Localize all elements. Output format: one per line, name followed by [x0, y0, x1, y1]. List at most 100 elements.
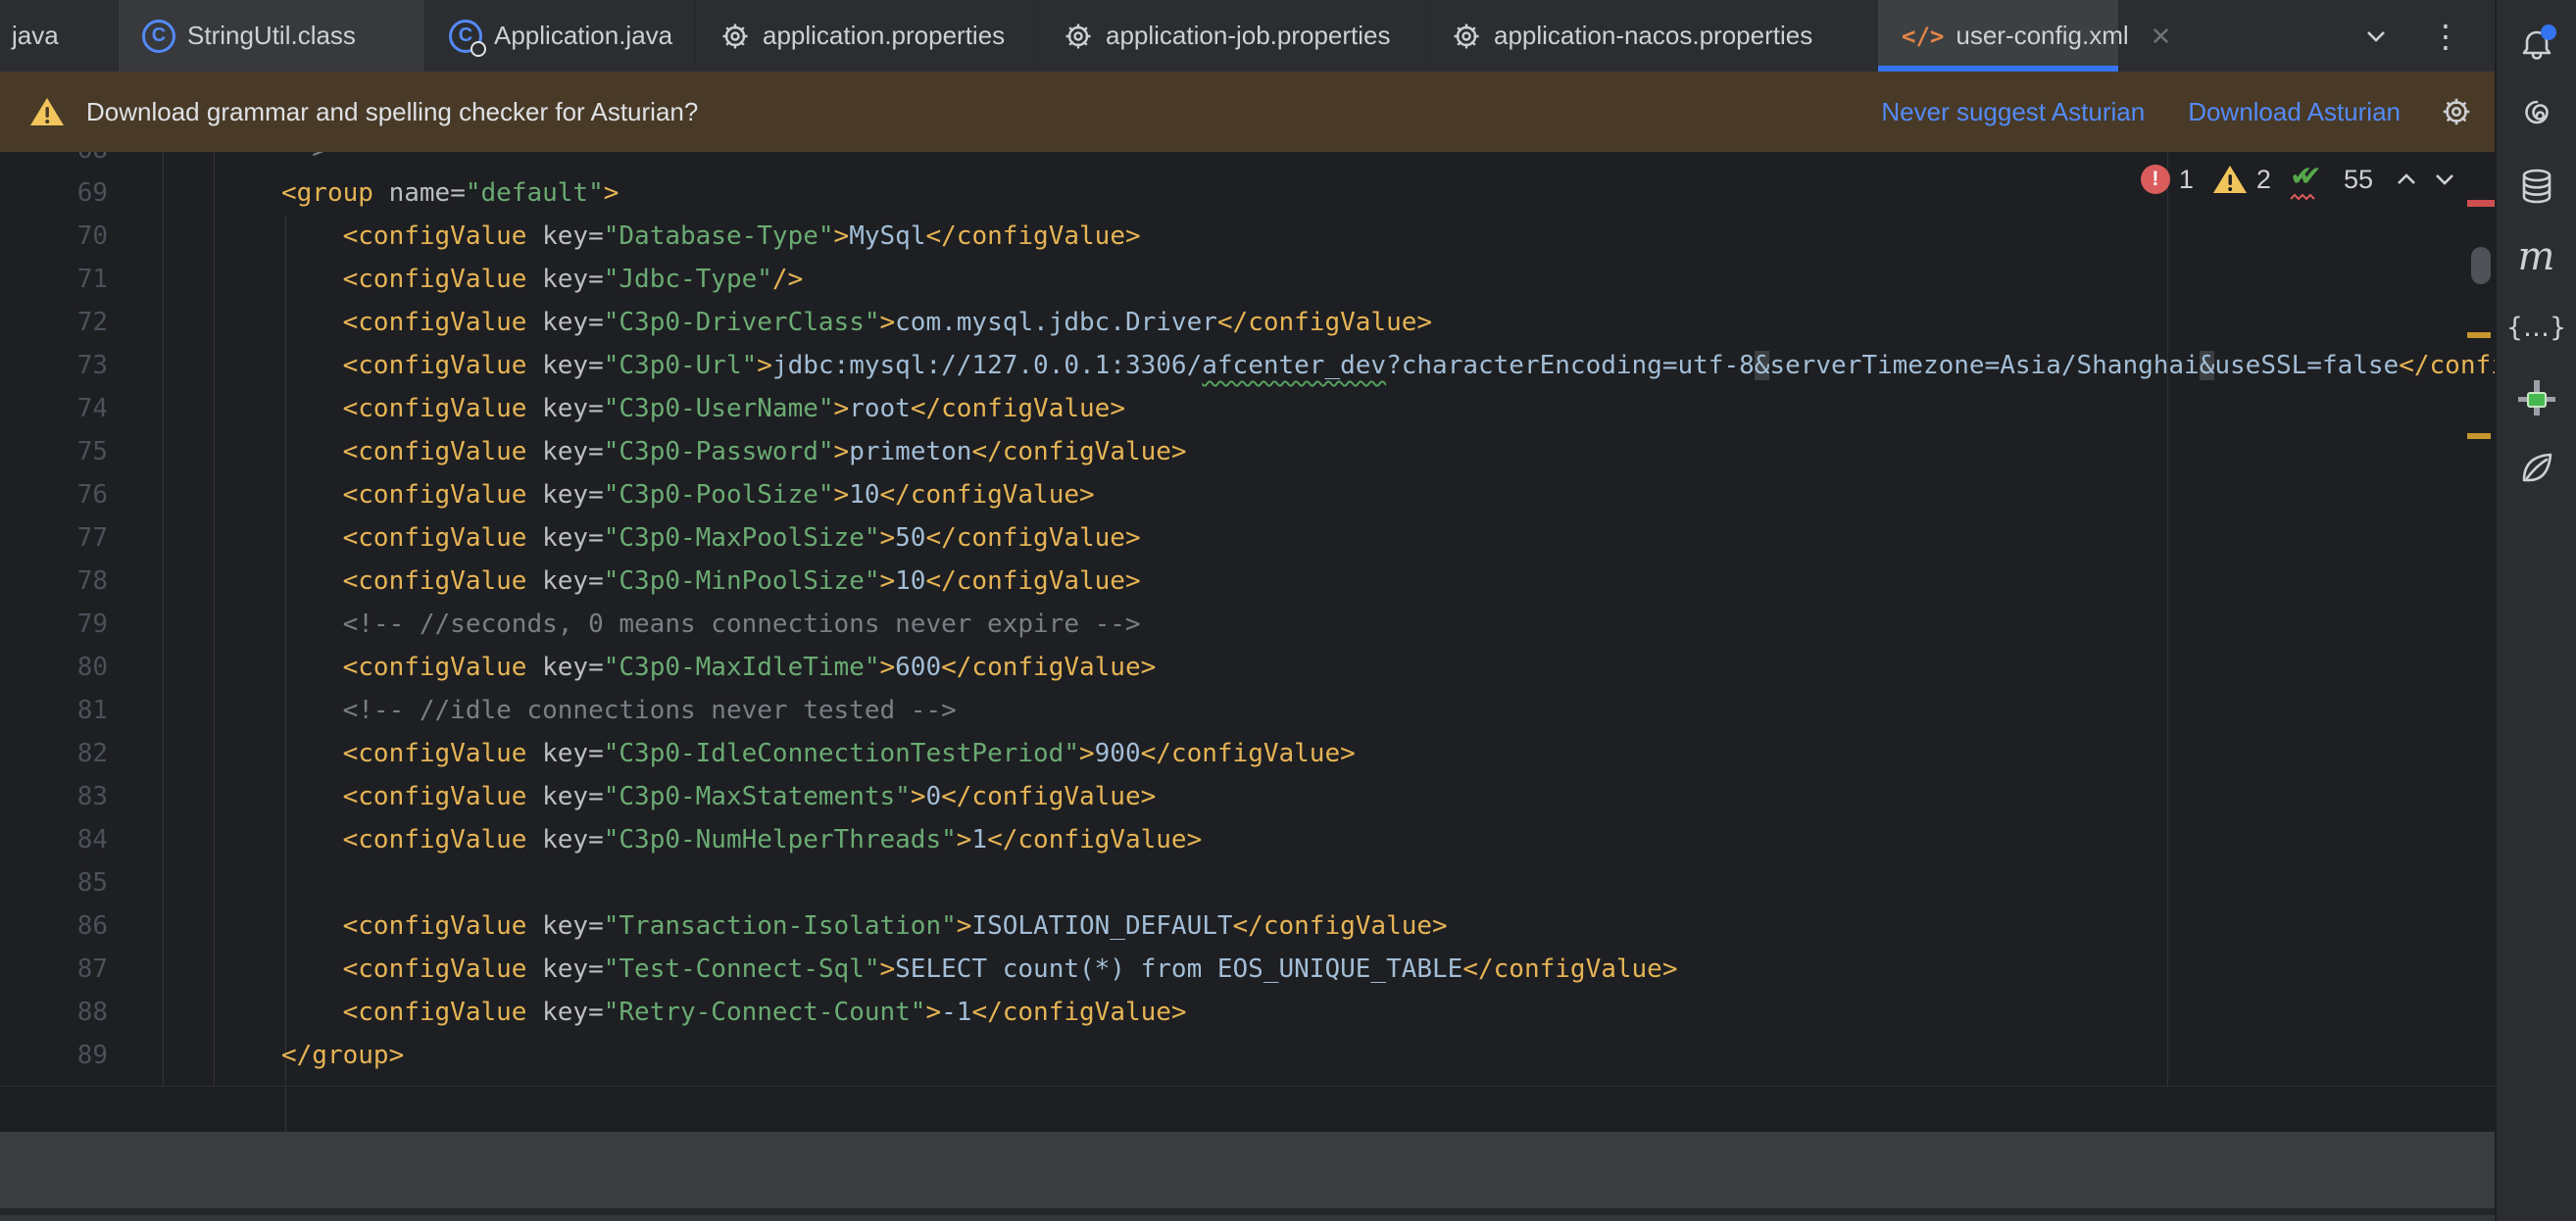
code-line: <configValue key="C3p0-IdleConnectionTes… [281, 732, 1356, 775]
suggestion-banner: Download grammar and spelling checker fo… [0, 72, 2495, 152]
gutter-separator [214, 152, 215, 1086]
endpoints-icon[interactable]: {…} [2515, 306, 2558, 349]
code-line: </group> [281, 1034, 404, 1077]
tab-label: StringUtil.class [187, 21, 356, 51]
line-number: 77 [0, 516, 108, 560]
banner-settings-icon[interactable] [2440, 95, 2473, 128]
code-line: <group name="default"> [281, 171, 619, 215]
line-number: 68 [0, 152, 108, 171]
passed-count: 55 [2344, 165, 2373, 195]
tab-label: application-job.properties [1106, 21, 1391, 51]
line-number: 83 [0, 775, 108, 818]
ai-assistant-icon[interactable] [2515, 94, 2558, 137]
xml-file-icon: </> [1902, 23, 1944, 50]
code-line: <configValue key="C3p0-UserName">root</c… [281, 387, 1125, 430]
properties-file-icon [1451, 21, 1482, 52]
tabbar-controls: ⋮ [2361, 0, 2461, 72]
more-options-icon[interactable]: ⋮ [2430, 18, 2461, 55]
tab-java-partial[interactable]: java [0, 0, 119, 72]
line-number: 81 [0, 689, 108, 732]
line-number: 86 [0, 904, 108, 948]
code-line: <!-- //idle connections never tested --> [281, 689, 957, 732]
tab-label: application.properties [763, 21, 1005, 51]
hard-wrap-guide [2167, 152, 2168, 1086]
inspections-widget[interactable]: ! 1 2 ✔✔ 55 [2141, 162, 2459, 197]
chevron-down-icon[interactable] [2361, 22, 2391, 51]
next-problem-icon[interactable] [2430, 165, 2459, 194]
notifications-bell-icon[interactable] [2515, 24, 2558, 68]
line-number: 78 [0, 560, 108, 603]
spring-leaf-icon[interactable] [2515, 447, 2558, 490]
right-tool-sidebar: m {…} [2495, 0, 2576, 1221]
line-number: 72 [0, 301, 108, 344]
warning-stripe-mark[interactable] [2467, 433, 2491, 439]
tab-application-properties[interactable]: application.properties [696, 0, 1039, 72]
code-line: <configValue key="C3p0-NumHelperThreads"… [281, 818, 1202, 861]
code-line: <configValue key="Retry-Connect-Count">-… [281, 991, 1187, 1034]
line-number: 80 [0, 646, 108, 689]
code-editor[interactable]: 6869707172737475767778798081828384858687… [0, 152, 2495, 1132]
code-line: <configValue key="C3p0-Password">primeto… [281, 430, 1187, 473]
line-number: 89 [0, 1034, 108, 1077]
passed-checks-icon: ✔✔ [2290, 162, 2335, 197]
tab-stringutil-class[interactable]: C StringUtil.class [119, 0, 425, 72]
bottom-panel [0, 1132, 2495, 1221]
tab-application-job-properties[interactable]: application-job.properties [1039, 0, 1427, 72]
maven-icon[interactable]: m [2515, 235, 2558, 278]
editor-bottom-border [0, 1086, 2495, 1087]
scrollbar-thumb[interactable] [2471, 247, 2491, 284]
line-number: 74 [0, 387, 108, 430]
properties-file-icon [719, 21, 751, 52]
line-number: 73 [0, 344, 108, 387]
tab-label: application-nacos.properties [1494, 21, 1812, 51]
line-number: 75 [0, 430, 108, 473]
tab-user-config-xml[interactable]: </> user-config.xml ✕ [1878, 0, 2119, 72]
line-number: 76 [0, 473, 108, 516]
code-line: <configValue key="C3p0-MaxStatements">0<… [281, 775, 1156, 818]
ide-window: java C StringUtil.class C Application.ja… [0, 0, 2576, 1221]
code-line: <configValue key="C3p0-Url">jdbc:mysql:/… [281, 344, 2495, 387]
line-number: 88 [0, 991, 108, 1034]
line-number: 69 [0, 171, 108, 215]
code-line: <configValue key="C3p0-PoolSize">10</con… [281, 473, 1095, 516]
database-icon[interactable] [2515, 165, 2558, 208]
line-number: 87 [0, 948, 108, 991]
error-icon: ! [2141, 165, 2170, 194]
code-line: --> [281, 152, 327, 171]
line-number: 85 [0, 861, 108, 904]
error-stripe-mark[interactable] [2467, 200, 2495, 207]
code-line: <configValue key="Jdbc-Type"/> [281, 258, 803, 301]
editor-tab-bar: java C StringUtil.class C Application.ja… [0, 0, 2495, 72]
tab-application-java[interactable]: C Application.java [425, 0, 696, 72]
code-line: <configValue key="Database-Type">MySql</… [281, 215, 1141, 258]
code-line: <configValue key="C3p0-MaxIdleTime">600<… [281, 646, 1156, 689]
warning-stripe-mark[interactable] [2467, 332, 2491, 338]
line-number: 70 [0, 215, 108, 258]
warning-icon [29, 96, 65, 127]
tab-label: user-config.xml [1956, 21, 2128, 51]
notification-badge [2541, 24, 2556, 40]
tab-label: java [12, 21, 59, 51]
close-tab-icon[interactable]: ✕ [2151, 24, 2172, 49]
code-line: <configValue key="C3p0-MaxPoolSize">50</… [281, 516, 1141, 560]
prev-problem-icon[interactable] [2392, 165, 2421, 194]
code-line: <configValue key="C3p0-MinPoolSize">10</… [281, 560, 1141, 603]
runnable-class-icon: C [449, 20, 482, 53]
download-link[interactable]: Download Asturian [2188, 97, 2401, 127]
code-line: <configValue key="Transaction-Isolation"… [281, 904, 1448, 948]
line-number: 84 [0, 818, 108, 861]
code-line: <configValue key="C3p0-DriverClass">com.… [281, 301, 1432, 344]
banner-message: Download grammar and spelling checker fo… [86, 97, 698, 127]
status-bar-edge [0, 1215, 2495, 1221]
panel-divider [0, 1208, 2495, 1215]
error-count: 1 [2179, 165, 2194, 195]
plugin-tool-icon[interactable] [2515, 376, 2558, 419]
properties-file-icon [1063, 21, 1094, 52]
tab-application-nacos-properties[interactable]: application-nacos.properties [1427, 0, 1878, 72]
never-suggest-link[interactable]: Never suggest Asturian [1881, 97, 2145, 127]
code-line: <configValue key="Test-Connect-Sql">SELE… [281, 948, 1678, 991]
line-number: 82 [0, 732, 108, 775]
tab-label: Application.java [494, 21, 672, 51]
warning-count: 2 [2256, 165, 2271, 195]
warning-icon [2212, 164, 2248, 195]
